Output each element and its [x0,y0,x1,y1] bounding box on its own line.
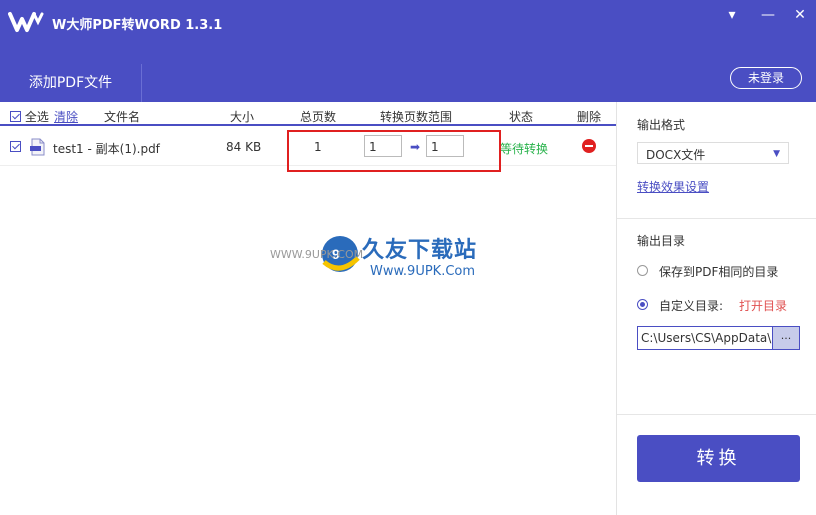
output-dir-title: 输出目录 [637,234,686,248]
pdf-file-icon [30,138,45,156]
select-all[interactable]: 全选 [10,108,49,125]
header-size: 大小 [230,110,255,124]
delete-icon[interactable] [582,139,596,153]
table-header: 全选 清除 文件名 大小 总页数 转换页数范围 状态 删除 [0,102,616,126]
status-text: 等待转换 [500,142,549,156]
format-select[interactable]: DOCX文件 ▼ [637,142,789,164]
row-checkbox[interactable] [10,141,21,152]
header-filename: 文件名 [104,110,141,124]
minimize-icon[interactable]: — [758,6,778,24]
divider [617,218,816,219]
output-path-input[interactable]: C:\Users\CS\AppData\l [637,326,773,350]
watermark-small: WWW.9UPK.COM [270,248,364,261]
select-all-checkbox[interactable] [10,111,21,122]
title-bar: W大师PDF转WORD 1.3.1 ▾ — ✕ 添加PDF文件 未登录 [0,0,816,102]
convert-button[interactable]: 转换 [637,435,800,482]
file-list-panel: 全选 清除 文件名 大小 总页数 转换页数范围 状态 删除 test1 - 副本… [0,102,616,515]
radio-same-dir[interactable] [637,265,648,276]
watermark-url: Www.9UPK.Com [370,264,476,279]
header-range: 转换页数范围 [380,110,453,124]
settings-panel: 输出格式 DOCX文件 ▼ 转换效果设置 输出目录 保存到PDF相同的目录 自定… [616,102,816,515]
format-selected: DOCX文件 [646,148,706,162]
divider [617,414,816,415]
file-size: 84 KB [226,140,262,154]
header-total-pages: 总页数 [300,110,337,124]
close-icon[interactable]: ✕ [790,6,810,24]
app-title: W大师PDF转WORD 1.3.1 [52,18,223,33]
add-pdf-button[interactable]: 添加PDF文件 [0,64,142,102]
output-format-title: 输出格式 [637,118,686,132]
logo-icon [8,12,44,32]
browse-button[interactable]: ... [773,326,800,350]
header-delete: 删除 [577,110,602,124]
dropdown-arrow-icon: ▼ [773,149,780,159]
open-dir-link[interactable]: 打开目录 [739,297,787,314]
select-all-label: 全选 [24,110,49,124]
header-status: 状态 [509,110,534,124]
radio-custom-dir-label: 自定义目录: [659,299,724,313]
conversion-settings-link[interactable]: 转换效果设置 [637,178,709,195]
radio-custom-dir[interactable] [637,299,648,310]
radio-same-dir-label: 保存到PDF相同的目录 [659,265,779,279]
login-button[interactable]: 未登录 [730,67,802,89]
file-name: test1 - 副本(1).pdf [53,142,160,156]
highlight-box [287,130,501,172]
watermark-title: 久友下载站 [362,238,478,263]
menu-icon[interactable]: ▾ [722,6,742,24]
clear-link[interactable]: 清除 [54,108,78,125]
